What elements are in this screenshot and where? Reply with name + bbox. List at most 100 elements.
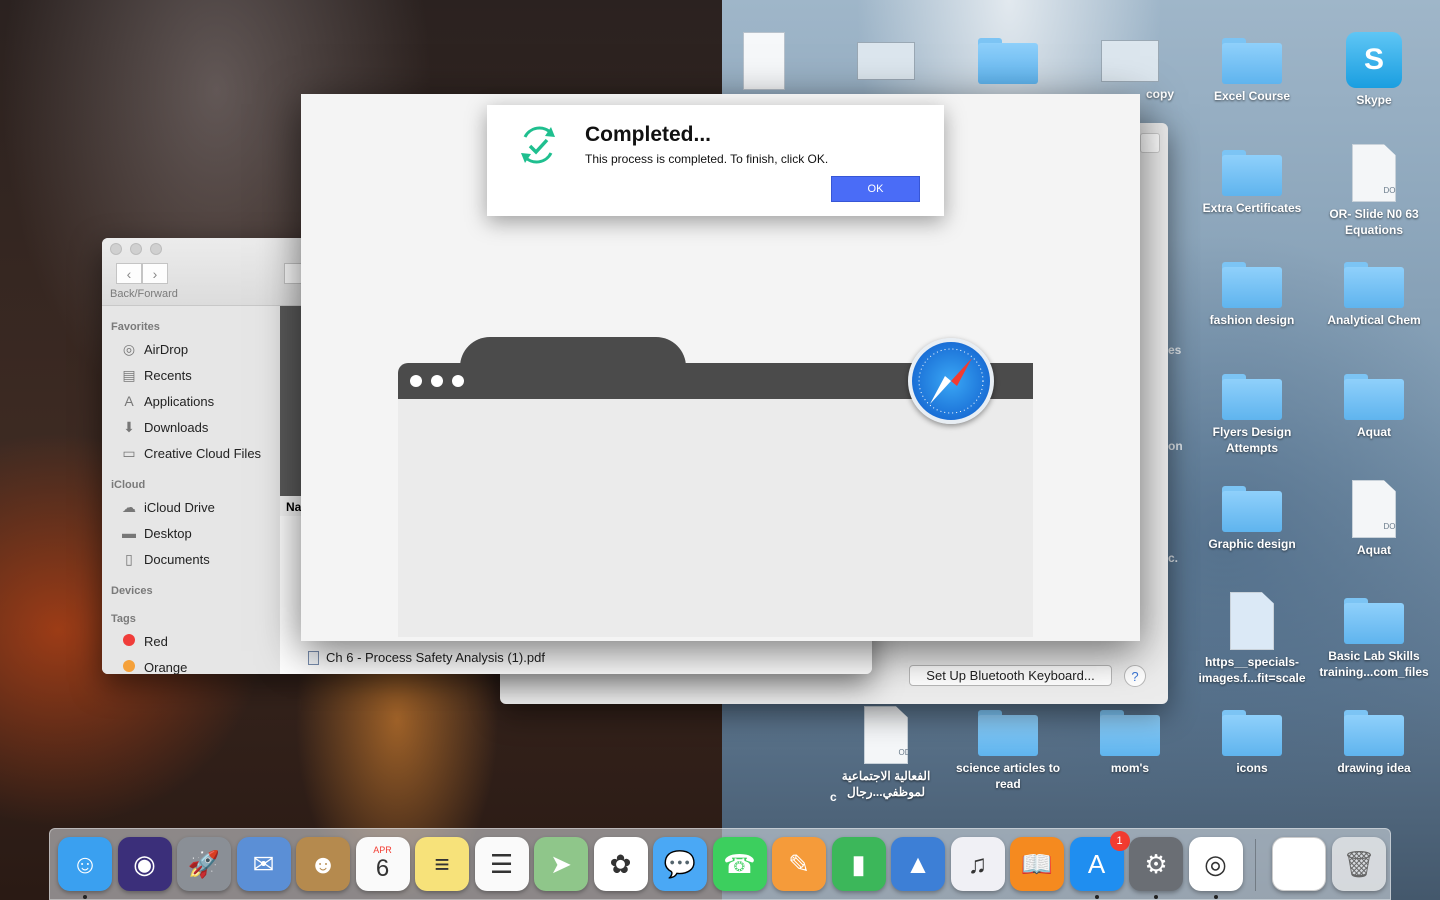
forward-button[interactable]: › bbox=[142, 263, 168, 284]
sidebar-item-label: AirDrop bbox=[144, 341, 189, 357]
photos-icon[interactable]: ✿ bbox=[593, 837, 648, 891]
notes-icon[interactable]: ≡ bbox=[415, 837, 469, 891]
search-field-edge[interactable] bbox=[1140, 133, 1160, 153]
sidebar-item-creative-cloud[interactable]: ▭ Creative Cloud Files bbox=[102, 440, 280, 466]
ibooks-icon[interactable]: 📖 bbox=[1010, 837, 1064, 891]
siri-icon[interactable]: ◉ bbox=[117, 837, 172, 891]
sidebar-item-documents[interactable]: ▯ Documents bbox=[102, 546, 280, 572]
sidebar-tag-red[interactable]: Red bbox=[102, 628, 280, 654]
ok-button[interactable]: OK bbox=[831, 176, 920, 202]
desktop-icon-aquat-docx[interactable]: DOCX Aquat bbox=[1314, 480, 1434, 558]
desktop-icon-screen-thumb[interactable] bbox=[826, 42, 946, 80]
notification-badge: 1 bbox=[1109, 831, 1130, 851]
desktop-icon-label: OR- Slide N0 63 Equations bbox=[1329, 207, 1419, 237]
file-name: Ch 6 - Process Safety Analysis (1).pdf bbox=[326, 650, 545, 665]
desktop-icon-excel-course[interactable]: Excel Course bbox=[1192, 38, 1312, 104]
folder-icon bbox=[1344, 598, 1404, 644]
desktop-icon-label: https__specials-images.f...fit=scale bbox=[1198, 655, 1306, 685]
desktop-icon-aquat-folder[interactable]: Aquat bbox=[1314, 374, 1434, 440]
running-indicator bbox=[83, 895, 87, 899]
sidebar-item-desktop[interactable]: ▬ Desktop bbox=[102, 520, 280, 546]
desktop-icon-label: science articles to read bbox=[955, 761, 1061, 791]
facetime-icon[interactable]: ☎ bbox=[712, 837, 767, 891]
window-controls bbox=[110, 243, 162, 255]
partial-icon-label: c. bbox=[1168, 551, 1179, 565]
file-row[interactable]: Ch 6 - Process Safety Analysis (1).pdf bbox=[308, 650, 545, 665]
mail-icon[interactable]: ✉ bbox=[236, 837, 291, 891]
folder-icon bbox=[978, 710, 1038, 756]
desktop-icon-icons[interactable]: icons bbox=[1192, 710, 1312, 776]
column-header-name[interactable]: Na bbox=[280, 496, 302, 516]
maps-icon[interactable]: ➤ bbox=[534, 837, 588, 891]
finder-sidebar: Favorites ◎ AirDrop ▤ Recents A Application… bbox=[102, 306, 280, 674]
pages-icon[interactable]: ✎ bbox=[772, 837, 826, 891]
app-store-icon[interactable]: A1 bbox=[1069, 831, 1130, 891]
trash-icon[interactable]: 🗑 bbox=[1332, 837, 1386, 891]
desktop-icon-skype[interactable]: S Skype bbox=[1314, 32, 1434, 108]
desktop-icon-science-articles[interactable]: science articles to read bbox=[948, 710, 1068, 792]
setup-bluetooth-keyboard-button[interactable]: Set Up Bluetooth Keyboard... bbox=[909, 665, 1112, 686]
desktop-icon-label: Flyers Design Attempts bbox=[1212, 425, 1292, 455]
preview-edge bbox=[280, 306, 302, 496]
help-button[interactable]: ? bbox=[1124, 665, 1146, 687]
messages-icon[interactable]: 💬 bbox=[653, 837, 707, 891]
document-icon bbox=[1230, 592, 1274, 650]
keynote-icon[interactable]: ▲ bbox=[891, 837, 945, 891]
docx-file-icon: DOCX bbox=[1352, 480, 1396, 538]
desktop-icon-copy[interactable]: copy bbox=[1070, 40, 1190, 102]
document-stack-icon[interactable] bbox=[1272, 837, 1326, 891]
desktop-icon-fashion-design[interactable]: fashion design bbox=[1192, 262, 1312, 328]
desktop-icon-or-slide[interactable]: DOCX OR- Slide N0 63 Equations bbox=[1314, 144, 1434, 238]
pdf-file-icon bbox=[308, 650, 319, 665]
desktop-icon-folder-top[interactable] bbox=[948, 38, 1068, 84]
file-type-tag: ODT bbox=[898, 748, 916, 757]
sidebar-item-airdrop[interactable]: ◎ AirDrop bbox=[102, 336, 280, 362]
desktop-icon-drawing-idea[interactable]: drawing idea bbox=[1314, 710, 1434, 776]
safari-icon bbox=[908, 338, 994, 424]
sidebar-item-recents[interactable]: ▤ Recents bbox=[102, 362, 280, 388]
numbers-icon[interactable]: ▮ bbox=[831, 837, 886, 891]
reminders-icon[interactable]: ☰ bbox=[474, 837, 529, 891]
calendar-icon[interactable]: APR 6 bbox=[355, 837, 410, 891]
zoom-window-button[interactable] bbox=[150, 243, 162, 255]
back-button[interactable]: ‹ bbox=[116, 263, 142, 284]
applications-icon: A bbox=[124, 393, 134, 409]
chevron-right-icon: › bbox=[152, 265, 158, 282]
desktop-icon-label: icons bbox=[1236, 761, 1268, 775]
desktop-icon-https-specials[interactable]: https__specials-images.f...fit=scale bbox=[1192, 592, 1312, 686]
desktop-icon-arabic-odt[interactable]: ODT الفعالية الاجتماعية لموظفي...رجال bbox=[826, 706, 946, 800]
sidebar-item-label: Desktop bbox=[144, 525, 192, 541]
desktop-icon-doc-thumb[interactable] bbox=[704, 32, 824, 90]
sidebar-section-favorites: Favorites bbox=[111, 321, 160, 333]
sidebar-item-label: iCloud Drive bbox=[144, 499, 215, 515]
desktop-icon-analytical-chem[interactable]: Analytical Chem bbox=[1314, 262, 1434, 328]
desktop-icon-label: Skype bbox=[1356, 93, 1392, 107]
dock-separator bbox=[1255, 839, 1256, 891]
desktop-icon-flyers-design[interactable]: Flyers Design Attempts bbox=[1192, 374, 1312, 456]
itunes-icon[interactable]: ♫ bbox=[950, 837, 1005, 891]
desktop-icon-graphic-design[interactable]: Graphic design bbox=[1192, 486, 1312, 552]
folder-icon bbox=[1222, 262, 1282, 308]
finder-icon[interactable]: ☺ bbox=[58, 837, 112, 891]
calendar-month: APR bbox=[373, 845, 392, 855]
contacts-icon[interactable]: ☻ bbox=[296, 837, 350, 891]
sidebar-tag-orange[interactable]: Orange bbox=[102, 654, 280, 674]
close-window-button[interactable] bbox=[110, 243, 122, 255]
folder-icon bbox=[1222, 374, 1282, 420]
launchpad-icon[interactable]: 🚀 bbox=[177, 837, 231, 891]
sidebar-item-applications[interactable]: A Applications bbox=[102, 388, 280, 414]
folder-icon bbox=[978, 38, 1038, 84]
browser-illustration bbox=[398, 337, 1033, 637]
desktop-icon-moms[interactable]: mom's bbox=[1070, 710, 1190, 776]
folder-icon bbox=[1344, 374, 1404, 420]
sidebar-item-icloud-drive[interactable]: ☁ iCloud Drive bbox=[102, 494, 280, 520]
desktop-icon-label: Graphic design bbox=[1208, 537, 1296, 551]
chrome-icon[interactable]: ◎ bbox=[1188, 837, 1243, 891]
minimize-window-button[interactable] bbox=[130, 243, 142, 255]
desktop-icon-extra-certificates[interactable]: Extra Certificates bbox=[1192, 150, 1312, 216]
desktop-icon-basic-lab-skills[interactable]: Basic Lab Skills training...com_files bbox=[1314, 598, 1434, 680]
system-preferences-icon[interactable]: ⚙ bbox=[1129, 837, 1183, 891]
desktop-icon-label: Analytical Chem bbox=[1327, 313, 1421, 327]
folder-icon bbox=[1344, 710, 1404, 756]
sidebar-item-downloads[interactable]: ⬇ Downloads bbox=[102, 414, 280, 440]
